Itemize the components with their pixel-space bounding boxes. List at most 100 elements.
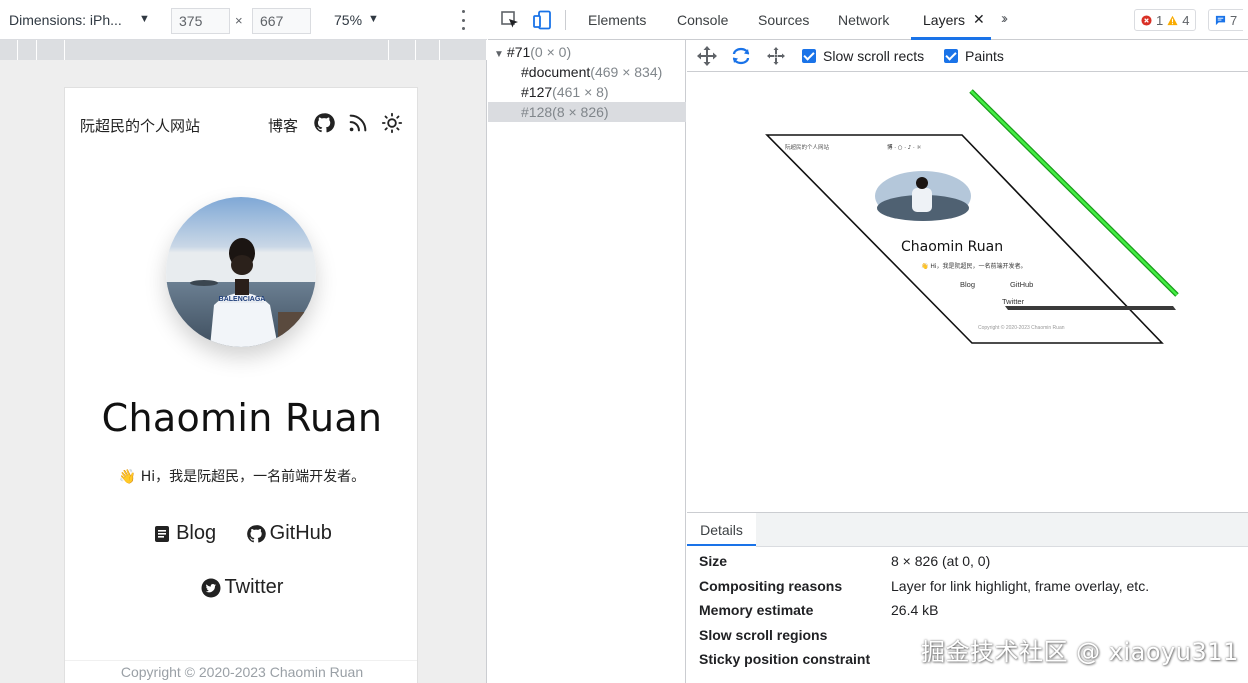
nav-blog-link[interactable]: 博客 xyxy=(268,115,298,136)
warning-icon xyxy=(1167,15,1178,25)
avatar: BALENCIAGA xyxy=(166,197,316,347)
tree-row-127[interactable]: #127(461 × 8) xyxy=(488,82,686,102)
devtools-tabbar: Elements Console Sources Network Layers … xyxy=(488,0,1248,40)
layer-size: (461 × 8) xyxy=(552,84,609,100)
tab-console[interactable]: Console xyxy=(677,12,728,28)
error-count: 1 xyxy=(1156,12,1164,28)
thumb-twitter: Twitter xyxy=(1002,297,1025,306)
thumb-avatar-person xyxy=(912,188,932,212)
site-title[interactable]: 阮超民的个人网站 xyxy=(80,115,200,136)
social-links-row-2: Twitter xyxy=(65,576,417,604)
detail-key: Memory estimate xyxy=(699,602,814,618)
pan-icon[interactable] xyxy=(696,45,718,67)
github-link-label: GitHub xyxy=(269,522,332,544)
layer-name: #71 xyxy=(506,44,531,60)
detail-row-compositing: Compositing reasons Layer for link highl… xyxy=(699,578,1244,602)
svg-text:BALENCIAGA: BALENCIAGA xyxy=(219,296,266,303)
tab-layers[interactable]: Layers xyxy=(923,12,965,28)
slow-scroll-rects-toggle[interactable]: Slow scroll rects xyxy=(802,48,924,64)
tree-row-128[interactable]: #128(8 × 826) xyxy=(488,102,686,122)
detail-key: Compositing reasons xyxy=(699,578,843,594)
github-icon[interactable] xyxy=(313,112,335,134)
layers-3d-viewport[interactable]: 阮超民的个人网站 博 · ○ · ♪ · ☼ Chaomin Ruan 👋 Hi… xyxy=(687,73,1248,512)
thumb-greeting: 👋 Hi，我是阮超民，一名前端开发者。 xyxy=(921,262,1027,270)
tab-sources[interactable]: Sources xyxy=(758,12,809,28)
devtools-panel: Elements Console Sources Network Layers … xyxy=(488,0,1248,683)
layer-size: (0 × 0) xyxy=(530,44,572,60)
zoom-caret-icon[interactable]: ▼ xyxy=(368,13,379,25)
detail-row-size: Size 8 × 826 (at 0, 0) xyxy=(699,553,1244,577)
twitter-link[interactable]: Twitter xyxy=(201,576,283,599)
person-name: Chaomin Ruan xyxy=(101,396,383,440)
greeting-text: 👋 Hi，我是阮超民，一名前端开发者。 xyxy=(118,469,366,485)
thumb-github: GitHub xyxy=(1010,280,1033,289)
width-input[interactable]: 375 xyxy=(171,8,230,34)
thumb-nav: 博 · ○ · ♪ · ☼ xyxy=(887,143,922,151)
layers-3d-canvas[interactable]: 阮超民的个人网站 博 · ○ · ♪ · ☼ Chaomin Ruan 👋 Hi… xyxy=(687,73,1248,512)
detail-value: Layer for link highlight, frame overlay,… xyxy=(891,578,1150,594)
layers-viewport-toolbar: Slow scroll rects Paints xyxy=(687,40,1248,72)
details-tabbar: Details xyxy=(687,513,1248,547)
rotate-icon[interactable] xyxy=(730,45,752,67)
device-toolbar-icon[interactable] xyxy=(532,10,552,30)
watermark: 掘金技术社区 @ xiaoyu311 xyxy=(921,638,1239,666)
layer-tree: ▼ #71(0 × 0) #document(469 × 834) #127(46… xyxy=(488,40,686,683)
issues-counter[interactable]: 1 4 xyxy=(1134,9,1197,31)
detail-row-memory: Memory estimate 26.4 kB xyxy=(699,602,1244,626)
layer-name: #128 xyxy=(521,104,553,120)
layer-name: #127 xyxy=(521,84,553,100)
close-tab-icon[interactable]: ✕ xyxy=(973,11,985,28)
toolbar-separator xyxy=(565,10,566,30)
paints-toggle[interactable]: Paints xyxy=(944,48,1004,64)
tab-details[interactable]: Details xyxy=(687,513,756,547)
layer-name: #document xyxy=(521,64,591,80)
media-query-bar[interactable] xyxy=(0,40,487,60)
paints-checkbox[interactable] xyxy=(944,49,958,63)
github-link[interactable]: GitHub xyxy=(246,522,332,545)
error-icon xyxy=(1141,14,1152,26)
emulated-page: 阮超民的个人网站 博客 BALENCIAGA Chaomin Ruan 👋 Hi… xyxy=(64,87,418,683)
thumb-avatar-head xyxy=(916,177,928,189)
thumb-blog: Blog xyxy=(960,280,975,289)
copyright-text: Copyright © 2020-2023 Chaomin Ruan xyxy=(65,660,417,680)
detail-key: Sticky position constraint xyxy=(699,651,871,667)
slow-scroll-rects-checkbox[interactable] xyxy=(802,49,816,63)
github-icon xyxy=(246,524,266,543)
book-icon xyxy=(155,525,170,542)
layer-size: (469 × 834) xyxy=(590,64,663,80)
device-toolbar: Dimensions: iPh... ▼ 375 × 667 75% ▼ xyxy=(0,0,487,40)
blog-link[interactable]: Blog xyxy=(152,522,216,545)
warning-count: 4 xyxy=(1182,12,1190,28)
dimensions-select[interactable]: Dimensions: iPh... xyxy=(9,12,122,28)
thumb-copyright: Copyright © 2020-2023 Chaomin Ruan xyxy=(978,324,1065,331)
thumb-name: Chaomin Ruan xyxy=(901,239,1003,255)
rss-icon[interactable] xyxy=(347,112,369,134)
messages-counter[interactable]: 7 xyxy=(1208,9,1244,31)
detail-value: 26.4 kB xyxy=(891,602,939,618)
sun-icon[interactable] xyxy=(381,112,403,134)
message-count: 7 xyxy=(1230,12,1238,28)
detail-key: Slow scroll regions xyxy=(699,627,828,643)
app-root: Dimensions: iPh... ▼ 375 × 667 75% ▼ 阮超民… xyxy=(0,0,1248,683)
zoom-select[interactable]: 75% xyxy=(334,12,362,28)
dimension-times: × xyxy=(235,13,243,28)
tab-network[interactable]: Network xyxy=(838,12,889,28)
paints-label: Paints xyxy=(965,48,1004,64)
kebab-vertical-icon[interactable] xyxy=(457,10,469,30)
twitter-icon xyxy=(201,578,221,597)
social-links-row: Blog GitHub xyxy=(65,522,417,550)
detail-value: 8 × 826 (at 0, 0) xyxy=(891,553,991,569)
inspect-element-icon[interactable] xyxy=(500,10,520,30)
tab-elements[interactable]: Elements xyxy=(588,12,646,28)
dimensions-caret-icon[interactable]: ▼ xyxy=(139,13,150,25)
tree-row-71[interactable]: ▼ #71(0 × 0) xyxy=(488,42,686,62)
layer-size: (8 × 826) xyxy=(552,104,609,120)
message-icon xyxy=(1215,15,1226,25)
blog-link-label: Blog xyxy=(176,522,217,544)
height-input[interactable]: 667 xyxy=(252,8,311,34)
tree-row-document[interactable]: #document(469 × 834) xyxy=(488,62,686,82)
more-tabs-icon[interactable]: ›› xyxy=(1001,10,1008,27)
link-highlight-layer xyxy=(1005,306,1176,310)
reset-transform-icon[interactable] xyxy=(765,45,787,67)
thumb-title: 阮超民的个人网站 xyxy=(785,143,830,151)
